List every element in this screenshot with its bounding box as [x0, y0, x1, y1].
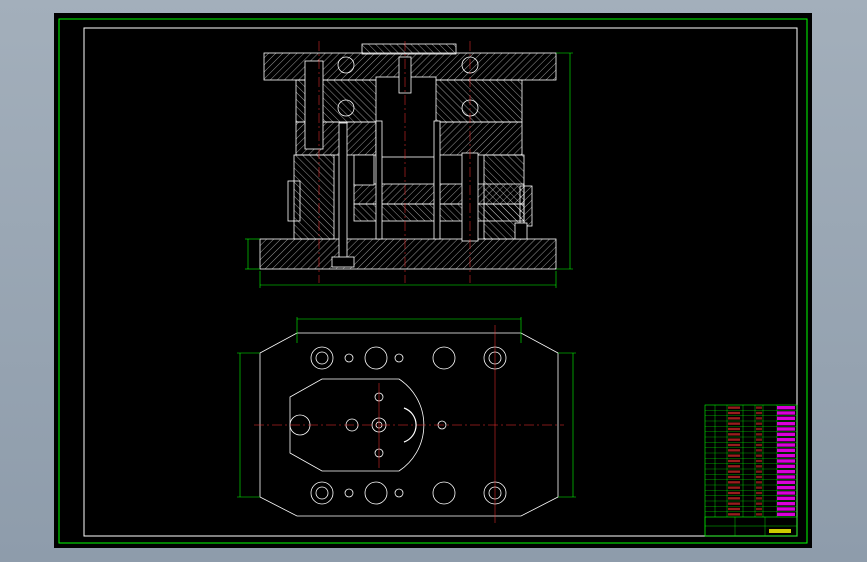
title-block-cell — [777, 512, 795, 516]
title-block-cell — [777, 507, 795, 511]
cad-drawing — [58, 18, 808, 544]
title-block-cell — [777, 406, 795, 410]
title-block-cell — [756, 422, 762, 425]
guide-bushing-holes — [310, 346, 507, 505]
title-block-cell — [756, 513, 762, 516]
ejector-pin-2 — [375, 120, 383, 240]
plan-plate-outline — [259, 332, 559, 517]
title-block-cell — [777, 480, 795, 484]
title-block-cell — [728, 422, 740, 425]
title-block-cell — [728, 417, 740, 420]
title-block-cell — [756, 465, 762, 468]
side-block-right — [519, 185, 533, 227]
ejector-pin-3 — [433, 120, 441, 240]
plan-dimensions — [237, 317, 576, 498]
title-block-cell — [777, 422, 795, 426]
title-block-cell — [728, 438, 740, 441]
title-block-cell — [756, 470, 762, 473]
title-block-cell — [728, 459, 740, 463]
title-block-cell — [777, 475, 795, 479]
title-block-cell — [777, 464, 795, 468]
title-block-cell — [777, 443, 795, 447]
title-block-cell — [756, 497, 762, 500]
title-block-cell — [728, 481, 740, 484]
guide-pin-left — [304, 60, 324, 150]
title-block-cell — [756, 417, 762, 420]
center-marks — [254, 325, 564, 523]
title-block-cell — [777, 454, 795, 458]
title-block-cell — [728, 513, 740, 516]
title-block-cell — [728, 502, 740, 505]
title-block-cell — [777, 411, 795, 415]
title-block-cell — [777, 470, 795, 474]
screw-holes — [344, 353, 447, 498]
title-block-cell — [728, 454, 740, 457]
title-block-cell — [756, 486, 762, 489]
title-block-cell — [756, 502, 762, 505]
title-block-cell — [756, 454, 762, 457]
title-block-cell — [756, 491, 762, 495]
title-block-label — [769, 529, 791, 533]
title-block-cell — [728, 470, 740, 473]
title-block-cell — [728, 427, 740, 431]
title-block-cell — [777, 448, 795, 452]
title-block-cell — [756, 481, 762, 484]
title-block-cell — [728, 406, 740, 409]
ejector-bolt-head — [331, 256, 355, 268]
title-block-cell — [777, 432, 795, 436]
title-block-cell — [728, 491, 740, 495]
ejector-pin-1 — [338, 122, 348, 264]
title-block-cell — [728, 507, 740, 511]
title-block-cell — [756, 406, 762, 409]
title-block-cell — [777, 459, 795, 463]
title-block-cell — [756, 443, 762, 447]
title-block-cell — [728, 497, 740, 500]
return-pin — [353, 154, 375, 186]
title-block-cell — [728, 465, 740, 468]
title-block-cell — [728, 486, 740, 489]
locating-ring — [361, 43, 457, 55]
title-block-cell — [728, 475, 740, 479]
title-block-cell — [756, 411, 762, 415]
title-block-cell — [756, 427, 762, 431]
support-pillar — [514, 222, 528, 240]
title-block-footer — [704, 516, 798, 537]
title-block-cell — [777, 502, 795, 506]
title-block[interactable] — [704, 404, 798, 537]
title-block-cell — [777, 438, 795, 442]
title-block-cell — [756, 449, 762, 452]
title-block-cell — [728, 443, 740, 447]
title-block-cell — [756, 475, 762, 479]
title-block-cell — [756, 433, 762, 436]
title-block-cell — [777, 486, 795, 490]
title-block-cell — [777, 427, 795, 431]
bottom-plan-view — [254, 325, 564, 523]
title-block-cell — [728, 411, 740, 415]
title-block-cell — [756, 459, 762, 463]
title-block-cell — [728, 449, 740, 452]
front-section-view — [259, 41, 557, 283]
title-block-cell — [756, 438, 762, 441]
title-block-cell — [777, 416, 795, 420]
title-block-cell — [756, 507, 762, 511]
title-block-cell — [777, 491, 795, 495]
cad-viewport[interactable] — [54, 13, 812, 548]
title-block-cell — [777, 496, 795, 500]
title-block-cell — [728, 433, 740, 436]
bottom-clamp-plate — [259, 238, 557, 270]
